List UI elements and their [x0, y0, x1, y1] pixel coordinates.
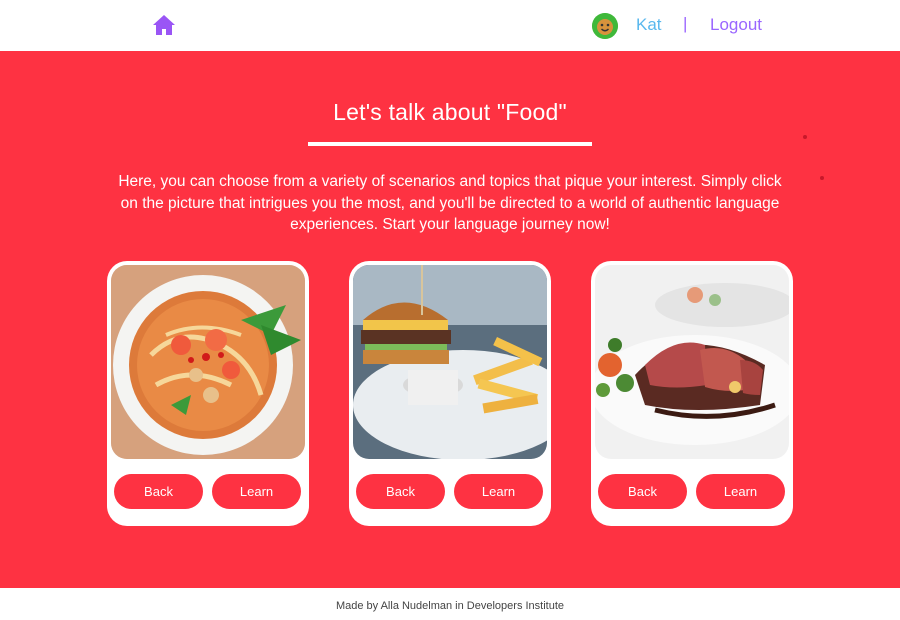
- home-icon[interactable]: [152, 13, 176, 37]
- footer: Made by Alla Nudelman in Developers Inst…: [0, 588, 900, 620]
- page-title: Let's talk about "Food": [333, 99, 567, 125]
- learn-button[interactable]: Learn: [696, 474, 785, 509]
- noodle-soup-image[interactable]: [111, 265, 305, 459]
- decorative-dot: [820, 176, 824, 180]
- back-button[interactable]: Back: [114, 474, 203, 509]
- burger-fries-image[interactable]: [353, 265, 547, 459]
- decorative-dot: [803, 135, 807, 139]
- navbar: Kat | Logout: [0, 0, 900, 51]
- intro-text: Here, you can choose from a variety of s…: [118, 173, 782, 233]
- user-name-link[interactable]: Kat: [636, 15, 662, 35]
- topic-card: Back Learn: [349, 261, 551, 526]
- nav-separator: |: [683, 14, 688, 33]
- learn-button[interactable]: Learn: [212, 474, 301, 509]
- avatar-icon[interactable]: [592, 13, 618, 39]
- topic-card: Back Learn: [107, 261, 309, 526]
- hero-section: Let's talk about "Food" Here, you can ch…: [0, 51, 900, 588]
- back-button[interactable]: Back: [356, 474, 445, 509]
- back-button[interactable]: Back: [598, 474, 687, 509]
- sliced-steak-image[interactable]: [595, 265, 789, 459]
- learn-button[interactable]: Learn: [454, 474, 543, 509]
- title-underline: [308, 142, 592, 146]
- topic-card: Back Learn: [591, 261, 793, 526]
- logout-link[interactable]: Logout: [710, 15, 762, 35]
- footer-credit: Made by Alla Nudelman in Developers Inst…: [335, 600, 565, 612]
